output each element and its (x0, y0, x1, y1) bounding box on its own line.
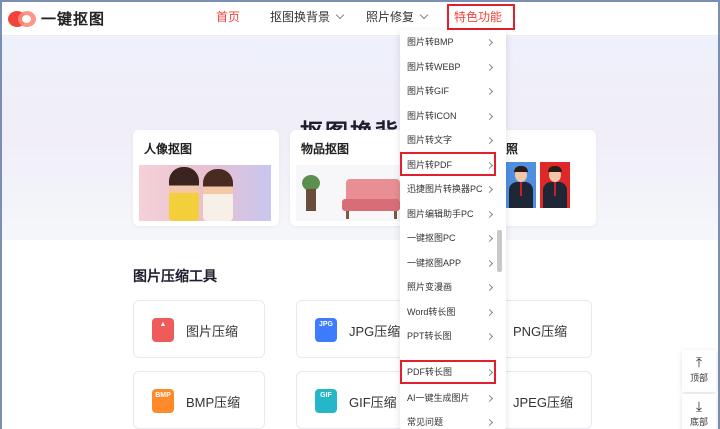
card-portrait-cutout[interactable]: 人像抠图 (133, 130, 279, 226)
nav-photo-fix-label: 照片修复 (366, 10, 415, 24)
chevron-down-icon (335, 10, 345, 20)
tool-label: PNG压缩 (513, 324, 568, 339)
brand-name: 一键抠图 (41, 11, 106, 28)
compress-tools-section: 图片压缩工具 ▲ 图片压缩 JPG JPG压缩 PNG压缩 BMP BMP压缩 … (2, 240, 718, 429)
menu-item-label: 一键抠图PC (407, 233, 456, 243)
card-object-cutout[interactable]: 物品抠图 (290, 130, 408, 226)
chevron-right-icon (485, 210, 494, 218)
chevron-right-icon (485, 136, 494, 145)
bmp-file-icon: BMP (152, 389, 174, 413)
menu-item-label: AI一键生成图片 (407, 393, 470, 403)
menu-item-img-to-webp[interactable]: 图片转WEBP (400, 55, 500, 80)
nav-special-features[interactable]: 特色功能 (447, 4, 515, 46)
chevron-right-icon (485, 283, 494, 292)
menu-item-label: 图片转BMP (407, 37, 454, 47)
menu-item-label: 图片编辑助手PC (407, 208, 474, 219)
id-photo-blue (506, 162, 536, 208)
menu-item-photo-to-comic[interactable]: 照片变漫画 (400, 275, 500, 300)
chevron-right-icon (485, 87, 494, 96)
jpg-file-icon: JPG (315, 318, 337, 342)
go-to-bottom-button[interactable]: ⤓ 底部 (682, 394, 716, 429)
nav-home-label: 首页 (216, 10, 241, 24)
chevron-right-icon (485, 332, 494, 341)
menu-item-cutout-pc[interactable]: 一键抠图PC (400, 226, 500, 251)
arrow-up-icon: ⤒ (695, 354, 703, 370)
go-to-bottom-label: 底部 (689, 417, 708, 427)
sofa-leg (394, 211, 397, 219)
chevron-down-icon (419, 10, 429, 20)
card-title: 物品抠图 (301, 142, 350, 156)
menu-item-ai-generate-image[interactable]: AI一键生成图片 (400, 386, 500, 411)
menu-item-label: PPT转长图 (407, 331, 452, 341)
menu-item-img-to-text[interactable]: 图片转文字 (400, 128, 500, 153)
back-to-top-label: 顶部 (689, 373, 708, 383)
chevron-right-icon (485, 418, 494, 427)
gif-file-icon: GIF (315, 389, 337, 413)
tool-label: BMP压缩 (186, 395, 241, 410)
portrait-image (139, 165, 271, 221)
nav-bg-change[interactable]: 抠图换背景 (270, 2, 345, 36)
brand-logo[interactable]: 一键抠图 (8, 8, 105, 29)
menu-item-img-to-gif[interactable]: 图片转GIF (400, 79, 500, 104)
nav-special-label: 特色功能 (454, 10, 503, 24)
logo-icon (8, 9, 38, 29)
tool-label: JPG压缩 (349, 324, 401, 339)
sofa-leg (346, 211, 349, 219)
chevron-right-icon (485, 38, 494, 47)
menu-item-label: 一键抠图APP (407, 257, 462, 268)
top-navbar: 一键抠图 首页 抠图换背景 照片修复 特色功能 (2, 2, 718, 46)
card-title: 照 (506, 142, 519, 156)
tool-label: JPEG压缩 (513, 395, 573, 410)
id-photo-red (540, 162, 570, 208)
chevron-right-icon (485, 259, 494, 267)
sofa-seat-shape (342, 199, 400, 211)
highlight-box (400, 360, 496, 384)
menu-item-cutout-app[interactable]: 一键抠图APP (400, 251, 500, 276)
chevron-right-icon (485, 234, 494, 243)
tool-label: GIF压缩 (349, 395, 397, 410)
chevron-right-icon (485, 308, 494, 316)
person-figure (203, 169, 233, 221)
menu-item-faq[interactable]: 常见问题 (400, 410, 500, 429)
card-title: 人像抠图 (144, 142, 193, 156)
arrow-down-icon: ⤓ (695, 398, 703, 414)
tool-label: 图片压缩 (186, 324, 239, 339)
menu-item-ppt-to-long-image[interactable]: PPT转长图 (400, 324, 500, 349)
image-compress-icon: ▲ (152, 318, 174, 342)
special-features-dropdown: 图片转BMP 图片转WEBP 图片转GIF 图片转ICON 图片转文字 图片转P… (400, 30, 506, 429)
chevron-right-icon (485, 394, 494, 403)
menu-item-label: 照片变漫画 (407, 282, 453, 292)
chevron-right-icon (485, 185, 494, 194)
chevron-right-icon (485, 112, 494, 120)
back-to-top-button[interactable]: ⤒ 顶部 (682, 350, 716, 392)
menu-item-label: 图片转文字 (407, 135, 453, 145)
menu-item-img-to-bmp[interactable]: 图片转BMP (400, 30, 500, 55)
highlight-box (400, 152, 496, 176)
menu-item-img-to-icon[interactable]: 图片转ICON (400, 104, 500, 129)
nav-home[interactable]: 首页 (216, 2, 240, 36)
dropdown-scrollbar[interactable] (497, 230, 502, 272)
tool-image-compress[interactable]: ▲ 图片压缩 (133, 300, 265, 358)
person-figure (169, 167, 199, 221)
menu-item-label: 图片转WEBP (407, 61, 461, 72)
object-image (296, 165, 400, 221)
menu-item-label: Word转长图 (407, 306, 456, 317)
menu-item-image-editor-pc[interactable]: 图片编辑助手PC (400, 202, 500, 227)
menu-item-label: 迅捷图片转换器PC (407, 184, 483, 194)
tool-bmp-compress[interactable]: BMP BMP压缩 (133, 371, 265, 429)
section-title: 图片压缩工具 (133, 268, 217, 284)
chevron-right-icon (485, 63, 494, 71)
menu-item-label: 图片转ICON (407, 110, 457, 121)
nav-bg-change-label: 抠图换背景 (270, 10, 331, 24)
menu-item-word-to-long-image[interactable]: Word转长图 (400, 300, 500, 325)
pot-shape (306, 189, 316, 211)
card-id-photo[interactable]: 照 (496, 130, 596, 226)
menu-item-xunjie-converter-pc[interactable]: 迅捷图片转换器PC (400, 177, 500, 202)
menu-item-label: 图片转GIF (407, 86, 449, 96)
menu-item-label: 常见问题 (407, 417, 444, 427)
